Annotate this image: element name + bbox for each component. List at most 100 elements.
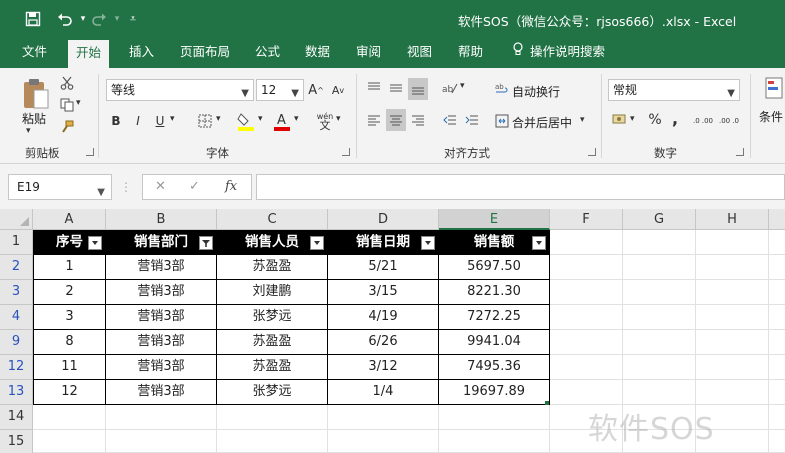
tell-me-search[interactable]: 操作说明搜索: [512, 38, 605, 68]
column-header-a[interactable]: A: [33, 209, 106, 230]
filter-dropdown-icon[interactable]: [88, 236, 102, 250]
cell-a9[interactable]: 8: [33, 330, 106, 355]
formula-input[interactable]: [256, 174, 785, 200]
tab-home[interactable]: 开始: [68, 40, 110, 68]
cell-e3[interactable]: 8221.30: [439, 280, 550, 305]
name-box[interactable]: E19 ▼: [8, 174, 112, 200]
orientation-dropdown-icon[interactable]: ▾: [460, 81, 465, 91]
cell-a12[interactable]: 11: [33, 355, 106, 380]
column-header-e[interactable]: E: [439, 209, 550, 230]
tab-formulas[interactable]: 公式: [255, 38, 280, 68]
tab-file[interactable]: 文件: [22, 38, 47, 68]
row-header-13[interactable]: 13: [0, 380, 33, 405]
wrap-text-icon[interactable]: ab: [494, 80, 510, 98]
customize-qat-icon[interactable]: ⩡: [122, 8, 144, 30]
font-color-icon[interactable]: A: [272, 110, 292, 132]
percent-style-button[interactable]: %: [646, 110, 664, 130]
row-header-14[interactable]: 14: [0, 405, 33, 430]
cell-d2[interactable]: 5/21: [328, 255, 439, 280]
cell-b13[interactable]: 营销3部: [106, 380, 217, 405]
font-name-combo[interactable]: 等线 ▼: [106, 79, 254, 101]
copy-dropdown-icon[interactable]: ▾: [76, 98, 81, 108]
cell-c12[interactable]: 苏盈盈: [217, 355, 328, 380]
phonetic-dropdown-icon[interactable]: ▾: [336, 114, 341, 124]
font-size-combo[interactable]: 12 ▼: [256, 79, 304, 101]
column-header-g[interactable]: G: [623, 209, 696, 230]
select-all-button[interactable]: [0, 209, 33, 230]
tab-view[interactable]: 视图: [407, 38, 432, 68]
row-header-12[interactable]: 12: [0, 355, 33, 380]
underline-dropdown-icon[interactable]: ▾: [170, 114, 175, 124]
header-cell-index[interactable]: 序号: [33, 230, 106, 255]
bold-button[interactable]: B: [108, 112, 124, 130]
italic-button[interactable]: I: [130, 112, 146, 130]
row-header-3[interactable]: 3: [0, 280, 33, 305]
cell-a13[interactable]: 12: [33, 380, 106, 405]
conditional-formatting-icon[interactable]: [764, 76, 784, 100]
merge-center-icon[interactable]: [494, 112, 510, 130]
cell-c4[interactable]: 张梦远: [217, 305, 328, 330]
cell-e13[interactable]: 19697.89: [439, 380, 550, 405]
copy-icon[interactable]: [58, 96, 76, 114]
phonetic-guide-button[interactable]: wén 文: [314, 110, 336, 132]
conditional-formatting-label[interactable]: 条件: [759, 108, 783, 125]
cell-e12[interactable]: 7495.36: [439, 355, 550, 380]
merge-center-button[interactable]: 合并后居中: [512, 114, 572, 131]
align-right-icon[interactable]: [408, 110, 428, 130]
align-middle-icon[interactable]: [386, 78, 406, 98]
drag-handle-icon[interactable]: ⋮: [120, 180, 132, 194]
column-header-f[interactable]: F: [550, 209, 623, 230]
tab-help[interactable]: 帮助: [458, 38, 483, 68]
cancel-icon[interactable]: ✕: [155, 179, 166, 194]
row-header-1[interactable]: 1: [0, 230, 33, 255]
decrease-decimal-button[interactable]: .00 .0: [718, 110, 740, 132]
merge-dropdown-icon[interactable]: ▾: [580, 115, 585, 125]
cell-a2[interactable]: 1: [33, 255, 106, 280]
fill-color-dropdown-icon[interactable]: ▾: [258, 114, 263, 124]
tab-insert[interactable]: 插入: [129, 38, 154, 68]
accounting-format-icon[interactable]: [610, 110, 630, 130]
paste-label[interactable]: 粘贴: [22, 110, 46, 127]
row-header-9[interactable]: 9: [0, 330, 33, 355]
cell-d13[interactable]: 1/4: [328, 380, 439, 405]
comma-style-button[interactable]: ,: [668, 108, 682, 128]
format-painter-icon[interactable]: [58, 118, 76, 136]
row-header-2[interactable]: 2: [0, 255, 33, 280]
cell-b9[interactable]: 营销3部: [106, 330, 217, 355]
cell-b2[interactable]: 营销3部: [106, 255, 217, 280]
underline-button[interactable]: U: [152, 112, 168, 130]
paste-dropdown-icon[interactable]: ▾: [26, 126, 31, 136]
cell-e2[interactable]: 5697.50: [439, 255, 550, 280]
cell-d3[interactable]: 3/15: [328, 280, 439, 305]
cell-a3[interactable]: 2: [33, 280, 106, 305]
cell-b4[interactable]: 营销3部: [106, 305, 217, 330]
cut-icon[interactable]: [58, 74, 76, 92]
cell-e9[interactable]: 9941.04: [439, 330, 550, 355]
shrink-font-button[interactable]: Av: [330, 81, 346, 99]
cell-d4[interactable]: 4/19: [328, 305, 439, 330]
insert-function-button[interactable]: fx: [225, 179, 237, 194]
accounting-dropdown-icon[interactable]: ▾: [630, 114, 635, 124]
align-center-icon[interactable]: [386, 109, 406, 131]
column-header-h[interactable]: H: [696, 209, 769, 230]
tab-page-layout[interactable]: 页面布局: [180, 38, 230, 68]
header-cell-amount[interactable]: 销售额: [439, 230, 550, 255]
cell-c3[interactable]: 刘建鹏: [217, 280, 328, 305]
align-left-icon[interactable]: [364, 110, 384, 130]
cell-d9[interactable]: 6/26: [328, 330, 439, 355]
alignment-launcher-icon[interactable]: [588, 148, 596, 156]
filter-dropdown-icon[interactable]: [532, 236, 546, 250]
save-icon[interactable]: [22, 8, 44, 30]
cell-a4[interactable]: 3: [33, 305, 106, 330]
column-header-c[interactable]: C: [217, 209, 328, 230]
column-header-b[interactable]: B: [106, 209, 217, 230]
cell-c13[interactable]: 张梦远: [217, 380, 328, 405]
number-launcher-icon[interactable]: [736, 148, 744, 156]
clipboard-launcher-icon[interactable]: [86, 148, 94, 156]
header-cell-date[interactable]: 销售日期: [328, 230, 439, 255]
cell-e4[interactable]: 7272.25: [439, 305, 550, 330]
borders-icon[interactable]: [196, 112, 214, 130]
enter-icon[interactable]: ✓: [189, 179, 200, 194]
row-header-15[interactable]: 15: [0, 430, 33, 453]
tab-review[interactable]: 审阅: [356, 38, 381, 68]
